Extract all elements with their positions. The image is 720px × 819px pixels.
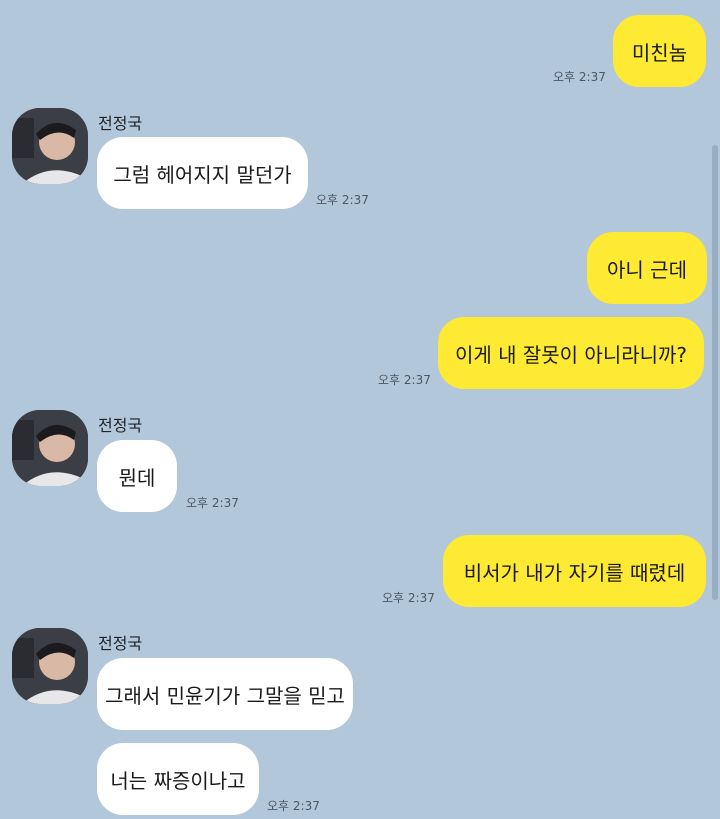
message-time: 오후 2:37 (267, 799, 320, 813)
avatar-photo-icon (12, 628, 88, 704)
avatar[interactable] (12, 628, 88, 704)
message-time: 오후 2:37 (316, 193, 369, 207)
other-message-bubble[interactable]: 그래서 민윤기가 그말을 믿고 (97, 658, 353, 730)
sender-name: 전정국 (98, 114, 143, 133)
avatar-photo-icon (12, 410, 88, 486)
message-time: 오후 2:37 (382, 591, 435, 605)
my-message-bubble[interactable]: 미친놈 (613, 15, 706, 87)
message-time: 오후 2:37 (553, 70, 606, 84)
message-text: 이게 내 잘못이 아니라니까? (454, 342, 688, 367)
scrollbar[interactable] (712, 145, 718, 600)
avatar-photo-icon (12, 108, 88, 184)
message-text: 비서가 내가 자기를 때렸데 (463, 560, 686, 585)
other-message-bubble[interactable]: 너는 짜증이나고 (97, 743, 259, 815)
avatar[interactable] (12, 108, 88, 184)
my-message-bubble[interactable]: 비서가 내가 자기를 때렸데 (443, 535, 706, 607)
message-text: 그럼 헤어지지 말던가 (113, 162, 292, 187)
other-message-bubble[interactable]: 그럼 헤어지지 말던가 (97, 137, 308, 209)
other-message-bubble[interactable]: 뭔데 (97, 440, 177, 512)
avatar[interactable] (12, 410, 88, 486)
my-message-bubble[interactable]: 아니 근데 (587, 232, 707, 304)
message-time: 오후 2:37 (378, 373, 431, 387)
message-text: 그래서 민윤기가 그말을 믿고 (105, 683, 345, 708)
message-text: 뭔데 (118, 465, 156, 490)
message-time: 오후 2:37 (186, 496, 239, 510)
sender-name: 전정국 (98, 416, 143, 435)
my-message-bubble[interactable]: 이게 내 잘못이 아니라니까? (438, 317, 704, 389)
message-text: 미친놈 (631, 40, 688, 65)
message-text: 아니 근데 (607, 257, 687, 282)
message-text: 너는 짜증이나고 (110, 768, 246, 793)
sender-name: 전정국 (98, 634, 143, 653)
